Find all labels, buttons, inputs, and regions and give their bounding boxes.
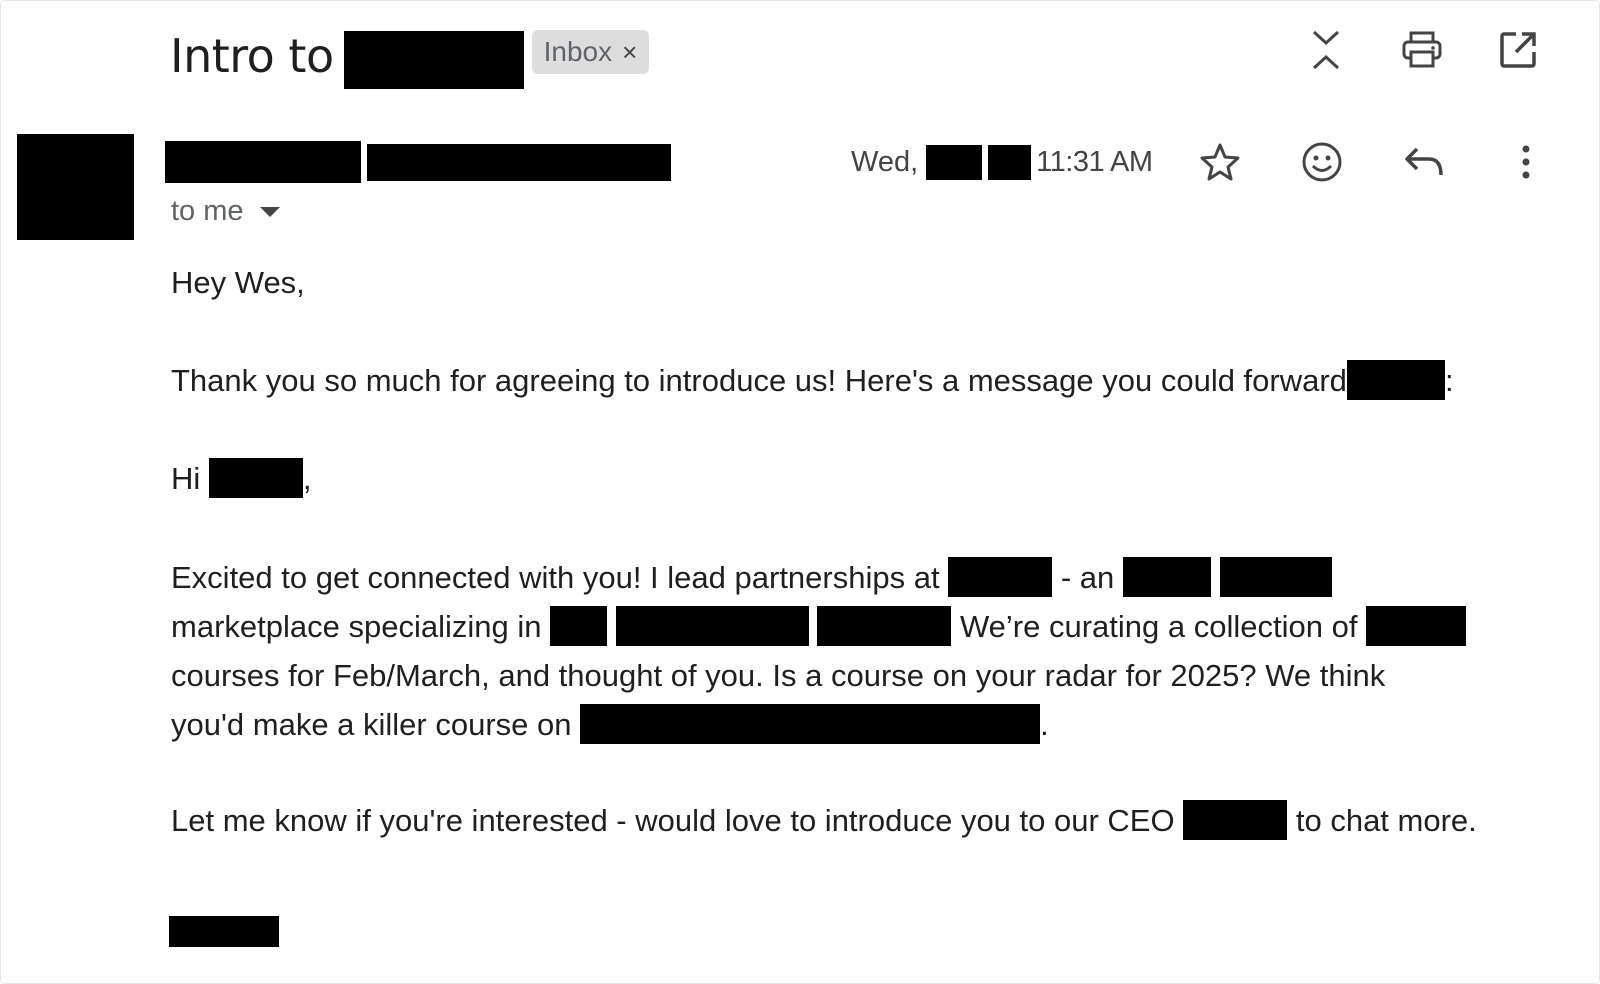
body-paragraph-3: Let me know if you're interested - would… [171, 796, 1571, 846]
paragraph-text: marketplace specializing in [171, 609, 542, 644]
subject-header: Intro to Inbox × [170, 24, 650, 89]
more-options-icon[interactable] [1504, 138, 1548, 186]
hi-end: , [302, 461, 312, 496]
paragraph-text: We’re curating a collection of [959, 609, 1358, 644]
remove-label-icon[interactable]: × [622, 37, 637, 68]
redacted-topic [580, 704, 1041, 744]
hi-text: Hi [171, 461, 201, 496]
quoted-greeting: Hi , [171, 454, 1571, 504]
paragraph-text: to chat more. [1295, 803, 1477, 838]
subject-title: Intro to [170, 29, 334, 83]
paragraph-text: - an [1060, 560, 1115, 595]
date-prefix: Wed, [851, 146, 919, 178]
body-paragraph-2-line-2: marketplace specializing in We’re curati… [171, 602, 1571, 652]
redacted-ceo-name [1183, 800, 1288, 840]
collapse-expand-icon[interactable] [1304, 26, 1348, 74]
inbox-label-text: Inbox [543, 36, 613, 67]
message-actions [1198, 138, 1548, 186]
open-in-new-window-icon[interactable] [1496, 26, 1540, 74]
paragraph-end: . [1040, 707, 1049, 742]
paragraph-text: courses for Feb/March, and thought of yo… [171, 658, 1386, 693]
body-paragraph-2-line-3: courses for Feb/March, and thought of yo… [171, 651, 1571, 701]
message-date: Wed, 11:31 AM [851, 145, 1153, 180]
redacted-text [615, 606, 809, 646]
emoji-react-icon[interactable] [1300, 138, 1344, 186]
redacted-text [1122, 557, 1211, 597]
redacted-name [208, 458, 303, 498]
caret-down-icon[interactable] [259, 206, 280, 217]
greeting-text: Hey Wes, [171, 265, 305, 300]
recipient-label: to me [171, 195, 244, 227]
body-paragraph-2-line-1: Excited to get connected with you! I lea… [171, 553, 1571, 603]
avatar[interactable] [17, 134, 134, 240]
print-icon[interactable] [1400, 26, 1444, 74]
redacted-text [550, 606, 608, 646]
redacted-subject-name [343, 31, 524, 89]
reply-icon[interactable] [1402, 138, 1446, 186]
paragraph-text: you'd make a killer course on [171, 707, 572, 742]
recipient-details-toggle[interactable]: to me [171, 195, 280, 228]
paragraph-end: : [1444, 363, 1454, 398]
sender-line [165, 141, 671, 183]
redacted-text [817, 606, 952, 646]
thread-toolbar [1304, 26, 1540, 74]
redacted-company [948, 557, 1053, 597]
redacted-date-day [988, 145, 1032, 180]
paragraph-text: Excited to get connected with you! I lea… [171, 560, 940, 595]
body-paragraph-2-line-4: you'd make a killer course on . [171, 700, 1571, 750]
greeting-line: Hey Wes, [171, 258, 1571, 308]
star-icon[interactable] [1198, 138, 1242, 186]
paragraph-text: Thank you so much for agreeing to introd… [171, 363, 1347, 398]
message-time: 11:31 AM [1036, 146, 1153, 178]
redacted-text [1219, 557, 1332, 597]
paragraph-text: Let me know if you're interested - would… [171, 803, 1175, 838]
body-paragraph-1: Thank you so much for agreeing to introd… [171, 356, 1571, 406]
redacted-date-month [926, 145, 983, 180]
inbox-label-chip[interactable]: Inbox × [531, 30, 650, 74]
redacted-sender-email [367, 143, 671, 181]
redacted-signature [169, 916, 279, 947]
redacted-text [1366, 606, 1467, 646]
redacted-sender-name[interactable] [165, 141, 361, 183]
redacted-name [1346, 360, 1445, 400]
